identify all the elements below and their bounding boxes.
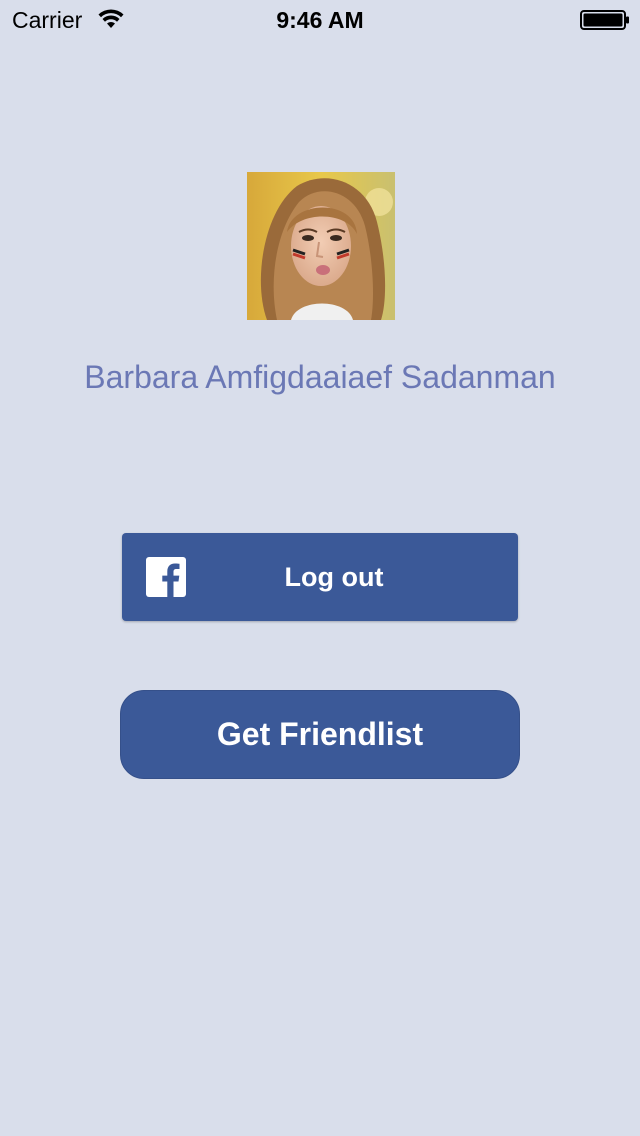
user-name: Barbara Amfigdaaiaef Sadanman: [84, 359, 556, 395]
profile-avatar: [247, 172, 395, 320]
logout-label: Log out: [284, 562, 384, 592]
status-bar: Carrier 9:46 AM: [0, 0, 640, 40]
facebook-logout-button[interactable]: Log out: [122, 533, 518, 621]
profile-photo: [247, 172, 395, 320]
clock: 9:46 AM: [276, 7, 364, 33]
get-friendlist-button[interactable]: Get Friendlist: [120, 690, 520, 779]
facebook-icon: [146, 557, 186, 597]
battery-icon: [580, 10, 629, 30]
